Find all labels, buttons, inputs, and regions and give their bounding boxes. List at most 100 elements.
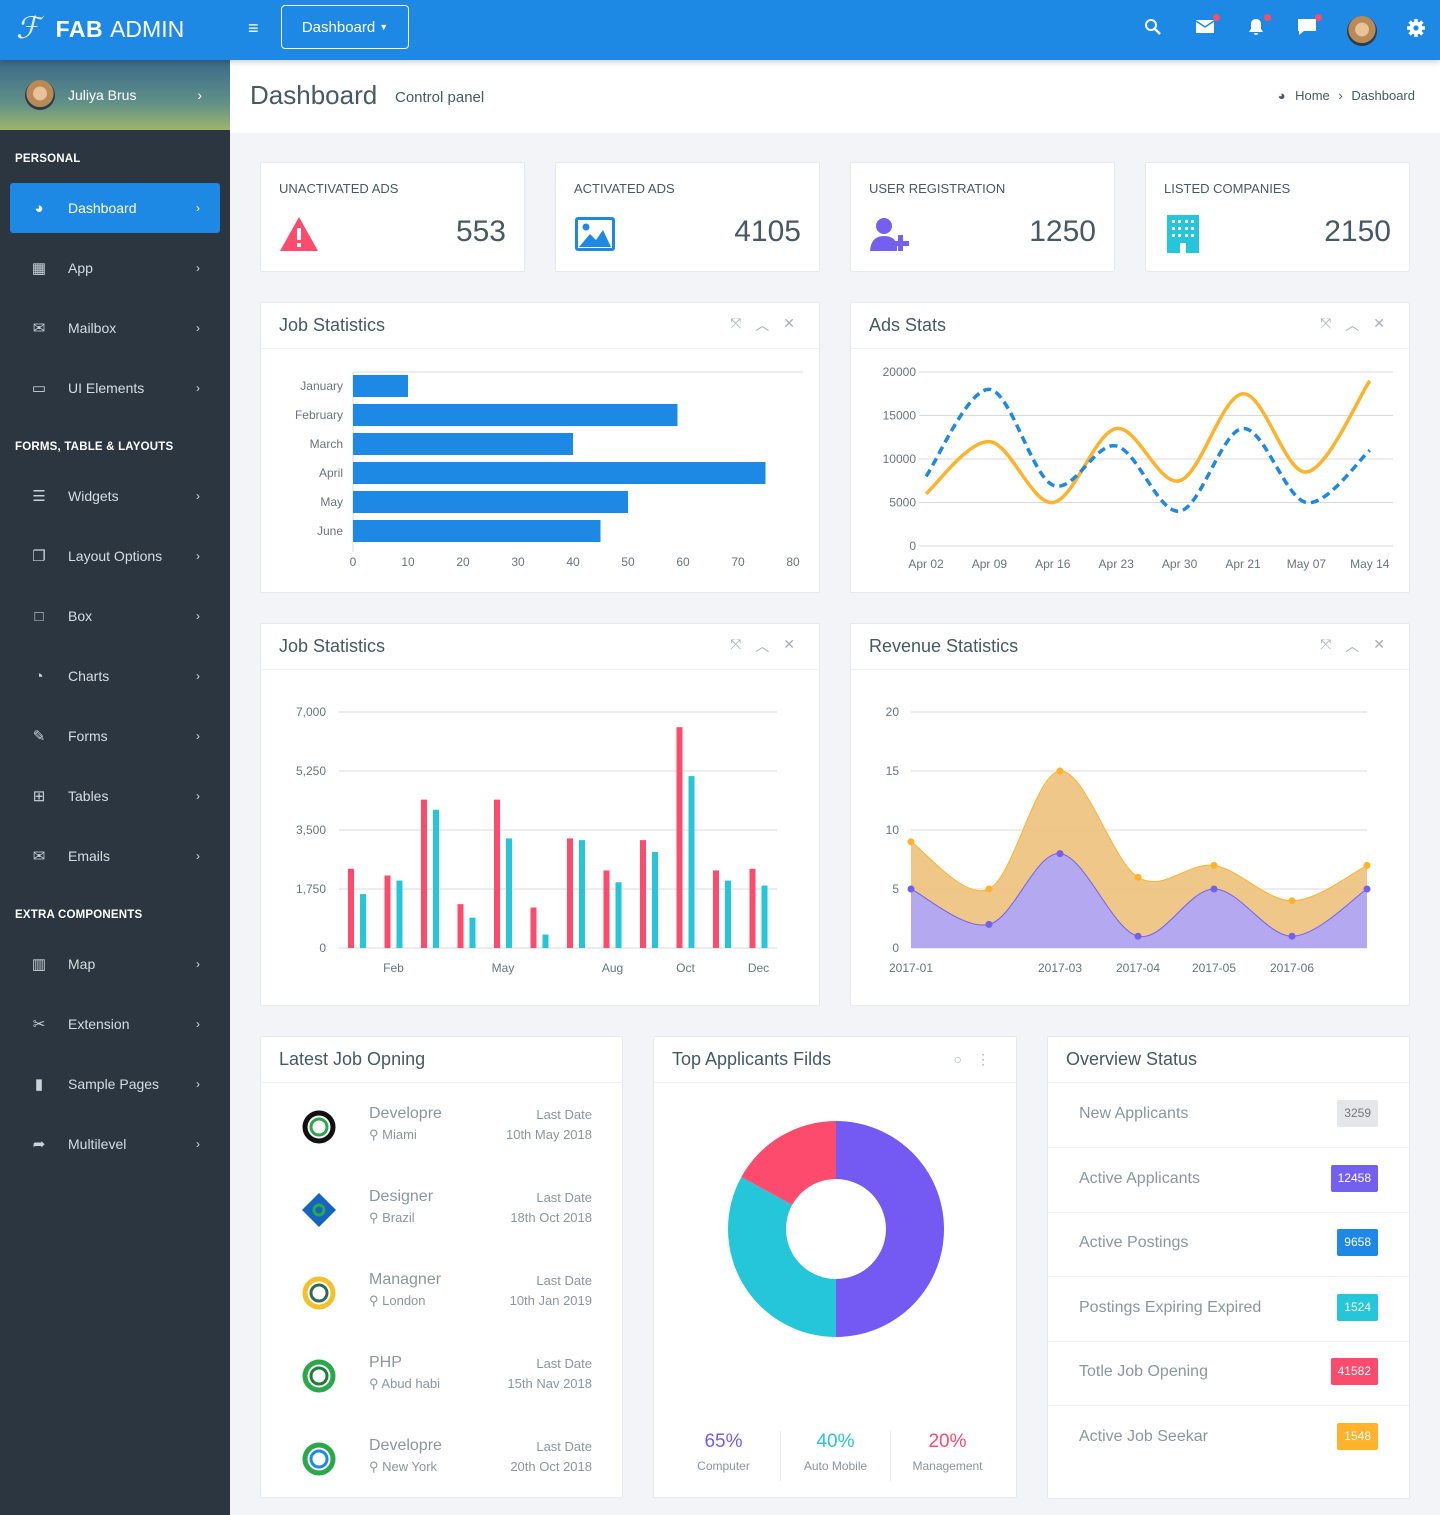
map-marker-icon: ⚲ xyxy=(369,1293,383,1308)
data-point xyxy=(1288,897,1296,905)
sidebar-item-label: Box xyxy=(68,608,93,624)
overview-row[interactable]: Active Postings 9658 xyxy=(1048,1212,1409,1277)
caret-down-icon: ▼ xyxy=(379,22,389,32)
job-title[interactable]: Developre xyxy=(369,1437,442,1455)
sidebar-item-widgets[interactable]: ☰ Widgets › xyxy=(0,466,230,526)
chevron-right-icon: › xyxy=(196,957,200,971)
bar-apr-series-1 xyxy=(457,904,464,948)
chevron-right-icon: › xyxy=(196,261,200,275)
sidebar-item-tables[interactable]: ⊞ Tables › xyxy=(0,766,230,826)
mail-icon[interactable] xyxy=(1194,14,1220,39)
job-title[interactable]: Designer xyxy=(369,1188,433,1206)
revenue-statistics-panel: Revenue Statistics ⤧ ︿ ✕ 0 5 10 15 20 2017-01 20… xyxy=(850,623,1410,1006)
x-tick-label: 40 xyxy=(566,555,580,569)
brand-bold: FAB xyxy=(55,15,104,42)
sidebar-item-label: Map xyxy=(68,956,96,972)
job-list-item[interactable]: Managner ⚲ London Last Date 10th Jan 2019 xyxy=(261,1263,622,1346)
y-tick-label: 0 xyxy=(892,941,899,955)
x-tick-label: Apr 23 xyxy=(1099,557,1135,571)
grid-icon: ▦ xyxy=(31,260,47,277)
job-title[interactable]: Managner xyxy=(369,1271,441,1289)
dashboard-dropdown-button[interactable]: Dashboard ▼ xyxy=(281,5,409,49)
bar-apr-series-2 xyxy=(469,917,476,948)
bar-february xyxy=(353,404,678,426)
sidebar-item-map[interactable]: ▥ Map › xyxy=(0,934,230,994)
chat-icon[interactable] xyxy=(1296,14,1322,41)
chevron-right-icon: › xyxy=(196,321,200,335)
data-point xyxy=(985,885,993,893)
warning-icon xyxy=(280,217,318,251)
bars-icon: ☰ xyxy=(32,488,46,505)
stat-value: 553 xyxy=(455,215,506,248)
breadcrumb-home[interactable]: Home xyxy=(1295,88,1330,103)
panel-title: Latest Job Opning xyxy=(279,1049,426,1069)
chevron-right-icon: › xyxy=(196,1017,200,1031)
sidebar-item-forms[interactable]: ✎ Forms › xyxy=(0,706,230,766)
gear-icon[interactable] xyxy=(1405,18,1427,43)
company-logo-e xyxy=(302,1442,336,1476)
logo-inner xyxy=(309,1366,329,1386)
job-list-item[interactable]: Developre ⚲ Miami Last Date 10th May 2018 xyxy=(261,1097,622,1180)
x-tick-label: 60 xyxy=(676,555,690,569)
sidebar-item-charts[interactable]: ◔ Charts › xyxy=(0,646,230,706)
overview-row[interactable]: Active Applicants 12458 xyxy=(1048,1148,1409,1213)
job-list-item[interactable]: Developre ⚲ New York Last Date 20th Oct 201… xyxy=(261,1429,622,1512)
stat-value: 4105 xyxy=(734,215,801,248)
y-tick-label: 5,250 xyxy=(296,764,326,778)
sidebar-item-label: App xyxy=(68,260,93,276)
sidebar-item-multilevel[interactable]: ➦ Multilevel › xyxy=(0,1114,230,1174)
bar-nov-series-1 xyxy=(713,870,719,948)
sidebar-item-mailbox[interactable]: ✉ Mailbox › xyxy=(0,298,230,358)
chevron-right-icon: › xyxy=(196,849,200,863)
menu-icon[interactable]: ≡ xyxy=(248,18,259,39)
job-location: ⚲ New York xyxy=(369,1459,437,1475)
sidebar-item-label: Charts xyxy=(68,668,110,684)
sidebar-item-box[interactable]: □ Box › xyxy=(0,586,230,646)
overview-row[interactable]: Totle Job Opening 41582 xyxy=(1048,1341,1409,1406)
job-list-item[interactable]: Designer ⚲ Brazil Last Date 18th Oct 2018 xyxy=(261,1180,622,1263)
chevron-right-icon: › xyxy=(197,87,202,103)
category-label: June xyxy=(317,524,343,538)
sidebar-item-ui-elements[interactable]: ▭ UI Elements › xyxy=(0,358,230,418)
overview-label: Active Postings xyxy=(1079,1234,1189,1251)
sidebar-item-emails[interactable]: ✉ Emails › xyxy=(0,826,230,886)
count-badge: 1524 xyxy=(1337,1293,1378,1321)
page-header: Dashboard Control panel ◕ Home › Dashboa… xyxy=(230,60,1440,133)
overview-label: Totle Job Opening xyxy=(1079,1363,1208,1380)
bar-oct-series-1 xyxy=(676,727,683,948)
y-tick-label: 10000 xyxy=(883,452,917,466)
x-tick-label: May xyxy=(492,961,515,975)
brand-logo[interactable]: ℱ FAB ADMIN xyxy=(16,14,184,44)
sidebar-item-sample-pages[interactable]: ▮ Sample Pages › xyxy=(0,1054,230,1114)
stat-card-user-registration: USER REGISTRATION 1250 xyxy=(850,162,1115,272)
data-point xyxy=(1056,767,1064,775)
avatar[interactable] xyxy=(1347,16,1377,46)
bar-march xyxy=(353,433,573,455)
job-list-item[interactable]: PHP ⚲ Abud habi Last Date 15th Nav 2018 xyxy=(261,1346,622,1429)
sidebar-item-extension[interactable]: ✂ Extension › xyxy=(0,994,230,1054)
job-title[interactable]: PHP xyxy=(369,1354,402,1372)
sidebar-item-label: Forms xyxy=(68,728,108,744)
y-tick-label: 15000 xyxy=(883,409,917,423)
legend-label: Computer xyxy=(697,1459,750,1473)
breadcrumb: ◕ Home › Dashboard xyxy=(1278,88,1415,103)
y-tick-label: 0 xyxy=(909,539,916,553)
logo-inner xyxy=(309,1449,329,1469)
last-date-value: 18th Oct 2018 xyxy=(510,1210,592,1225)
count-badge: 1548 xyxy=(1337,1422,1378,1450)
overview-row[interactable]: Active Job Seekar 1548 xyxy=(1048,1406,1409,1471)
x-tick-label: 2017-01 xyxy=(889,961,933,975)
bar-jan-series-2 xyxy=(360,894,366,948)
overview-row[interactable]: Postings Expiring Expired 1524 xyxy=(1048,1277,1409,1342)
job-title[interactable]: Developre xyxy=(369,1105,442,1123)
sidebar-item-app[interactable]: ▦ App › xyxy=(0,238,230,298)
chevron-right-icon: › xyxy=(196,669,200,683)
overview-row[interactable]: New Applicants 3259 xyxy=(1048,1083,1409,1148)
search-icon[interactable] xyxy=(1142,18,1164,41)
sidebar-item-dashboard[interactable]: ◕ Dashboard › xyxy=(10,183,220,233)
sidebar-item-layout-options[interactable]: ❐ Layout Options › xyxy=(0,526,230,586)
sidebar-user-panel[interactable]: Juliya Brus › xyxy=(0,60,230,130)
bell-icon[interactable] xyxy=(1245,14,1271,41)
data-point xyxy=(907,838,915,846)
job-statistics-panel-2: Job Statistics ⤧ ︿ ✕ 0 1,750 3,500 5,250 7,000… xyxy=(260,623,820,1006)
